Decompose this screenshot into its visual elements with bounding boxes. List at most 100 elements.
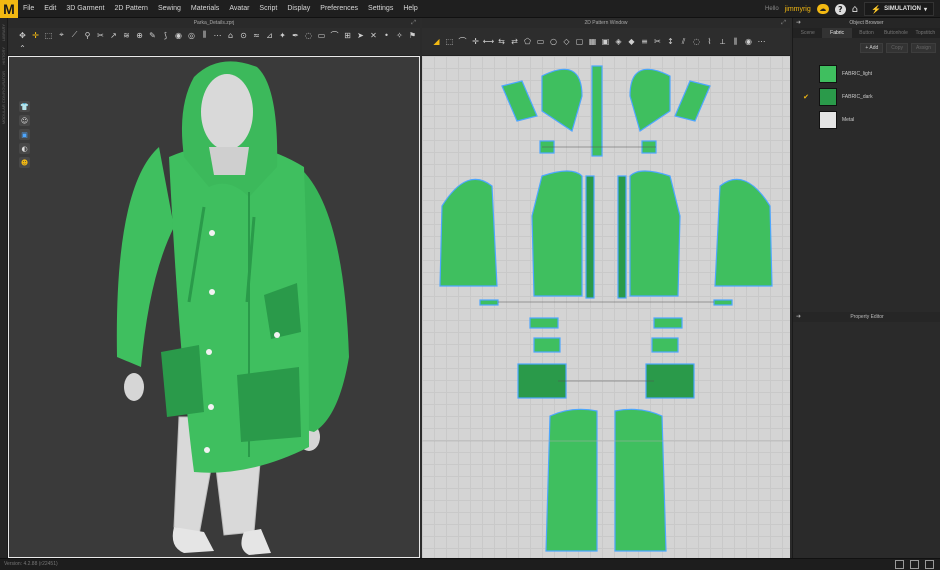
avatar-display-icon[interactable]: 👕 — [19, 101, 30, 112]
menu-edit[interactable]: Edit — [39, 5, 61, 12]
button-tool-icon[interactable]: ◉ — [172, 30, 185, 41]
maximize-icon[interactable]: ⤢ — [781, 18, 786, 28]
avatar-icon[interactable]: ☺ — [19, 115, 30, 126]
tab-button[interactable]: Button — [852, 28, 881, 38]
menu-3d-garment[interactable]: 3D Garment — [61, 5, 109, 12]
polygon-icon[interactable]: ⬠ — [521, 36, 534, 47]
gizmo-icon[interactable]: ⊙ — [237, 30, 250, 41]
simulation-button[interactable]: ⚡ SIMULATION ▾ — [864, 2, 934, 16]
fitting-icon[interactable]: ⊿ — [263, 30, 276, 41]
shrink-icon[interactable]: ⊕ — [133, 30, 146, 41]
collapse-arrow-icon[interactable]: ➜ — [796, 18, 801, 28]
seam-icon[interactable]: ≡ — [638, 36, 651, 47]
dart-icon[interactable]: ◇ — [560, 36, 573, 47]
list-item[interactable]: FABRIC_light — [793, 62, 940, 85]
cut-icon[interactable]: ⟆ — [159, 30, 172, 41]
hanger-tool-icon[interactable]: ⌃ — [16, 43, 29, 54]
graphic-icon[interactable]: ▣ — [599, 36, 612, 47]
trace-icon[interactable]: ◈ — [612, 36, 625, 47]
brush-icon[interactable]: ✎ — [146, 30, 159, 41]
fold-arrange-icon[interactable]: ✂ — [651, 36, 664, 47]
arrange-icon[interactable]: ⚲ — [81, 30, 94, 41]
texture-icon[interactable]: ▣ — [19, 129, 30, 140]
circle-icon[interactable]: ○ — [547, 36, 560, 47]
tab-buttonhole[interactable]: Buttonhole — [881, 28, 910, 38]
offset-icon[interactable]: ⟂ — [716, 36, 729, 47]
3d-viewport[interactable]: 👕 ☺ ▣ ◐ ☻ — [8, 56, 420, 558]
layout-split-icon[interactable] — [910, 560, 919, 569]
segment-sewing-icon[interactable]: ⇆ — [495, 36, 508, 47]
pen-icon[interactable]: ✒ — [289, 30, 302, 41]
add-point-icon[interactable]: ✛ — [469, 36, 482, 47]
menu-preferences[interactable]: Preferences — [315, 5, 363, 12]
flag-icon[interactable]: ⚑ — [406, 30, 419, 41]
menu-2d-pattern[interactable]: 2D Pattern — [109, 5, 152, 12]
internal-rect-icon[interactable]: ▢ — [573, 36, 586, 47]
list-item[interactable]: ✔ FABRIC_dark — [793, 85, 940, 108]
layout-2d-icon[interactable] — [925, 560, 934, 569]
strip-history[interactable]: HISTORY — [1, 47, 6, 65]
fold-icon[interactable]: ⟋ — [68, 30, 81, 41]
curve-point-icon[interactable]: ⌒ — [456, 36, 469, 47]
edit-curve-icon[interactable]: ⌒ — [328, 30, 341, 41]
secure-icon[interactable]: ✦ — [276, 30, 289, 41]
tab-scene[interactable]: Scene — [793, 28, 822, 38]
tab-fabric[interactable]: Fabric — [822, 28, 852, 38]
transform-icon[interactable]: ⬚ — [42, 30, 55, 41]
measure-icon[interactable]: ↗ — [107, 30, 120, 41]
buttonhole-icon[interactable]: ◎ — [185, 30, 198, 41]
skin-icon[interactable]: ☻ — [19, 157, 30, 168]
menu-help[interactable]: Help — [398, 5, 422, 12]
user-name[interactable]: jimmyrig — [785, 6, 811, 13]
notch-icon[interactable]: ◆ — [625, 36, 638, 47]
edit-pattern-icon[interactable]: ◢ — [430, 36, 443, 47]
menu-display[interactable]: Display — [282, 5, 315, 12]
lasso-icon[interactable]: ◌ — [302, 30, 315, 41]
maximize-icon[interactable]: ⤢ — [411, 18, 416, 28]
hanger-icon[interactable]: ⌂ — [852, 4, 858, 15]
render-icon[interactable]: ◐ — [19, 143, 30, 154]
trim-icon[interactable]: ⌇ — [703, 36, 716, 47]
strip-library[interactable]: LIBRARY — [1, 24, 6, 41]
rectangle-icon[interactable]: ▭ — [534, 36, 547, 47]
free-sewing-icon[interactable]: ⇄ — [508, 36, 521, 47]
list-item[interactable]: Metal — [793, 108, 940, 131]
topstitch-icon[interactable]: ⋯ — [211, 30, 224, 41]
menu-settings[interactable]: Settings — [363, 5, 398, 12]
topstitch-2d-icon[interactable]: ⋯ — [755, 36, 768, 47]
sparkle-icon[interactable]: ✧ — [393, 30, 406, 41]
grain-icon[interactable]: ↕ — [664, 36, 677, 47]
cross-icon[interactable]: ✕ — [367, 30, 380, 41]
add-fabric-button[interactable]: + Add — [860, 43, 884, 53]
layout-single-icon[interactable] — [895, 560, 904, 569]
tape-icon[interactable]: ▭ — [315, 30, 328, 41]
lasso-2d-icon[interactable]: ◌ — [690, 36, 703, 47]
puckering-icon[interactable]: ≈ — [250, 30, 263, 41]
select-icon[interactable]: ✥ — [16, 30, 29, 41]
grid-tool-icon[interactable]: ⊞ — [341, 30, 354, 41]
edit-point-icon[interactable]: ⬚ — [443, 36, 456, 47]
menu-materials[interactable]: Materials — [186, 5, 224, 12]
pin-icon[interactable]: ⌖ — [55, 30, 68, 41]
menu-avatar[interactable]: Avatar — [224, 5, 254, 12]
strip-modular[interactable]: MODULAR CONFIGURATOR — [1, 71, 6, 124]
cloud-icon[interactable]: ☁ — [816, 4, 829, 14]
help-icon[interactable]: ? — [834, 3, 846, 15]
steam-icon[interactable]: ≋ — [120, 30, 133, 41]
collapse-arrow-icon[interactable]: ➜ — [796, 312, 801, 322]
tack-icon[interactable]: ✂ — [94, 30, 107, 41]
avatar-measure-icon[interactable]: ⌂ — [224, 30, 237, 41]
sewing-icon[interactable]: ⟷ — [482, 36, 495, 47]
zip-2d-icon[interactable]: ⫼ — [729, 36, 742, 47]
texture-edit-icon[interactable]: ▦ — [586, 36, 599, 47]
copy-fabric-button[interactable]: Copy — [886, 43, 908, 53]
menu-script[interactable]: Script — [254, 5, 282, 12]
button-2d-icon[interactable]: ◉ — [742, 36, 755, 47]
2d-viewport[interactable] — [422, 56, 790, 558]
menu-file[interactable]: File — [18, 5, 39, 12]
zipper-icon[interactable]: ⫼ — [198, 30, 211, 41]
menu-sewing[interactable]: Sewing — [153, 5, 186, 12]
assign-fabric-button[interactable]: Assign — [910, 43, 936, 53]
pleat-icon[interactable]: ⫽ — [677, 36, 690, 47]
arrow-select-icon[interactable]: ➤ — [354, 30, 367, 41]
